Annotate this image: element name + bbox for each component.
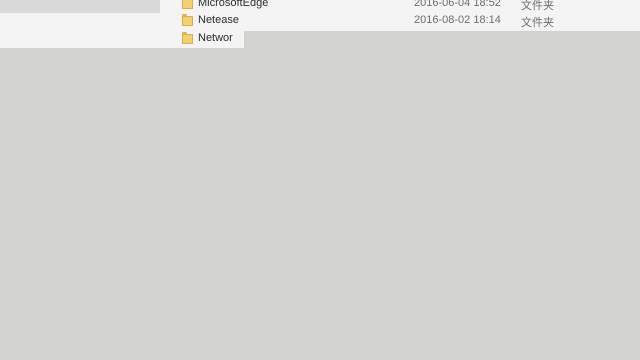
file-name: Networ bbox=[198, 32, 233, 44]
file-row-network-partial[interactable]: Networ bbox=[162, 31, 244, 48]
folder-icon bbox=[182, 14, 193, 26]
navigation-pane-selected-item[interactable] bbox=[0, 0, 160, 13]
file-explorer-window: MicrosoftEdge 2016-06-04 18:52 文件夹 Netea… bbox=[0, 0, 640, 48]
file-modified-date: 2016-06-04 18:52 bbox=[414, 0, 501, 9]
folder-icon bbox=[182, 0, 193, 9]
navigation-pane bbox=[0, 0, 162, 48]
file-modified-date: 2016-08-02 18:14 bbox=[414, 14, 501, 26]
file-type: 文件夹 bbox=[521, 17, 554, 29]
folder-icon bbox=[182, 32, 193, 44]
file-list: MicrosoftEdge 2016-06-04 18:52 文件夹 Netea… bbox=[162, 0, 640, 31]
file-row-netease[interactable]: Netease 2016-08-02 18:14 文件夹 bbox=[162, 12, 640, 30]
file-name: MicrosoftEdge bbox=[198, 0, 269, 9]
file-name: Netease bbox=[198, 14, 239, 26]
